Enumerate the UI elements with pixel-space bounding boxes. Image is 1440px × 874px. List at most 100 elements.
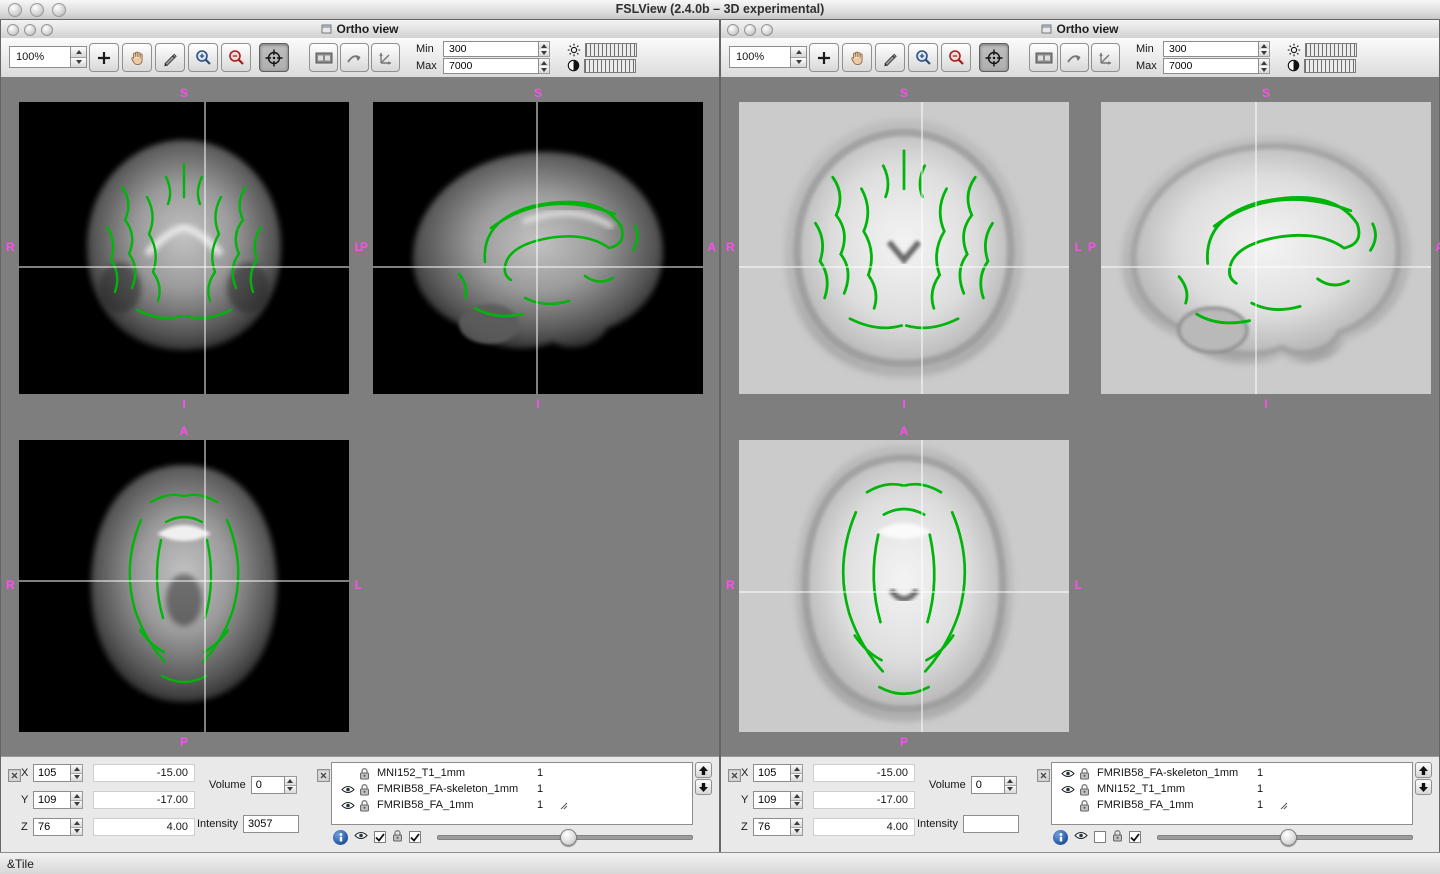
sync-views-button[interactable] (1060, 43, 1089, 72)
contrast-slider[interactable] (584, 59, 636, 73)
resize-grip-icon[interactable] (559, 801, 568, 810)
close-panel-button[interactable] (728, 769, 741, 782)
max-input[interactable] (1163, 58, 1259, 74)
max-stepper[interactable] (1259, 58, 1270, 74)
move-layer-up-button[interactable] (1415, 762, 1432, 778)
z-input[interactable] (33, 818, 71, 836)
info-button[interactable] (333, 830, 348, 845)
volume-input[interactable] (971, 776, 1005, 794)
eye-icon[interactable] (339, 801, 357, 810)
zoom-stepper[interactable] (70, 46, 87, 68)
eye-icon[interactable] (354, 831, 368, 843)
layer-row[interactable]: FMRIB58_FA_1mm 1 (332, 797, 692, 813)
zoom-value[interactable]: 100% (9, 46, 70, 68)
visibility-checkbox[interactable] (1094, 831, 1106, 843)
coronal-view[interactable]: S I R L (739, 102, 1069, 394)
close-panel-button[interactable] (317, 769, 330, 782)
cursor-tool-button[interactable] (89, 43, 119, 72)
move-layer-up-button[interactable] (695, 762, 712, 778)
pan-tool-button[interactable] (122, 43, 152, 72)
volume-stepper[interactable] (285, 776, 297, 794)
padlock-icon[interactable] (1112, 829, 1123, 845)
min-input[interactable] (443, 41, 539, 57)
x-input[interactable] (753, 764, 791, 782)
slider-handle[interactable] (1280, 829, 1297, 846)
eye-icon[interactable] (1059, 785, 1077, 794)
info-button[interactable] (1053, 830, 1068, 845)
layer-row[interactable]: FMRIB58_FA-skeleton_1mm 1 (332, 781, 692, 797)
y-stepper[interactable] (71, 791, 83, 809)
pan-tool-button[interactable] (842, 43, 872, 72)
sagittal-view[interactable]: S I P A (1101, 102, 1431, 394)
ortho-titlebar[interactable]: Ortho view (721, 20, 1439, 39)
axial-view[interactable]: A P R L (739, 440, 1069, 732)
max-input[interactable] (443, 58, 539, 74)
x-stepper[interactable] (71, 764, 83, 782)
padlock-icon[interactable] (357, 767, 372, 780)
eye-icon[interactable] (1074, 831, 1088, 843)
movie-mode-button[interactable] (309, 43, 338, 72)
volume-input[interactable] (251, 776, 285, 794)
padlock-icon[interactable] (1077, 799, 1092, 812)
min-stepper[interactable] (1259, 41, 1270, 57)
coronal-view[interactable]: S I R L (19, 102, 349, 394)
movie-mode-button[interactable] (1029, 43, 1058, 72)
snapshot-button[interactable] (1091, 43, 1120, 72)
layer-list[interactable]: MNI152_T1_1mm 1 FMRIB58_FA-skeleton_1mm … (331, 762, 693, 825)
transparency-slider[interactable] (437, 829, 693, 845)
max-stepper[interactable] (539, 58, 550, 74)
snapshot-button[interactable] (371, 43, 400, 72)
volume-stepper[interactable] (1005, 776, 1017, 794)
x-input[interactable] (33, 764, 71, 782)
pencil-tool-button[interactable] (155, 43, 185, 72)
z-stepper[interactable] (71, 818, 83, 836)
z-stepper[interactable] (791, 818, 803, 836)
visibility-checkbox[interactable] (374, 831, 386, 843)
padlock-icon[interactable] (357, 799, 372, 812)
close-panel-button[interactable] (8, 769, 21, 782)
ortho-titlebar[interactable]: Ortho view (1, 20, 719, 39)
brightness-slider[interactable] (585, 43, 637, 57)
lock-checkbox[interactable] (1129, 831, 1141, 843)
eye-icon[interactable] (1059, 769, 1077, 778)
lock-checkbox[interactable] (409, 831, 421, 843)
padlock-icon[interactable] (1077, 783, 1092, 796)
sync-views-button[interactable] (340, 43, 369, 72)
layer-row[interactable]: FMRIB58_FA_1mm 1 (1052, 797, 1412, 813)
slider-handle[interactable] (560, 829, 577, 846)
brightness-slider[interactable] (1305, 43, 1357, 57)
y-input[interactable] (33, 791, 71, 809)
pencil-tool-button[interactable] (875, 43, 905, 72)
layer-row[interactable]: MNI152_T1_1mm 1 (332, 765, 692, 781)
zoom-out-button[interactable] (221, 43, 251, 72)
z-input[interactable] (753, 818, 791, 836)
center-crosshair-button[interactable] (259, 43, 289, 72)
zoom-out-button[interactable] (941, 43, 971, 72)
sagittal-view[interactable]: S I P A (373, 102, 703, 394)
y-stepper[interactable] (791, 791, 803, 809)
x-stepper[interactable] (791, 764, 803, 782)
padlock-icon[interactable] (357, 783, 372, 796)
min-input[interactable] (1163, 41, 1259, 57)
transparency-slider[interactable] (1157, 829, 1413, 845)
layer-row[interactable]: FMRIB58_FA-skeleton_1mm 1 (1052, 765, 1412, 781)
zoom-in-button[interactable] (908, 43, 938, 72)
eye-icon[interactable] (339, 785, 357, 794)
move-layer-down-button[interactable] (695, 779, 712, 795)
resize-grip-icon[interactable] (1279, 801, 1288, 810)
layer-row[interactable]: MNI152_T1_1mm 1 (1052, 781, 1412, 797)
axial-view[interactable]: A P R L (19, 440, 349, 732)
min-stepper[interactable] (539, 41, 550, 57)
contrast-slider[interactable] (1304, 59, 1356, 73)
close-panel-button[interactable] (1037, 769, 1050, 782)
zoom-stepper[interactable] (790, 46, 807, 68)
y-input[interactable] (753, 791, 791, 809)
padlock-icon[interactable] (1077, 767, 1092, 780)
zoom-combobox[interactable]: 100% (729, 46, 807, 68)
zoom-in-button[interactable] (188, 43, 218, 72)
layer-list[interactable]: FMRIB58_FA-skeleton_1mm 1 MNI152_T1_1mm … (1051, 762, 1413, 825)
padlock-icon[interactable] (392, 829, 403, 845)
zoom-value[interactable]: 100% (729, 46, 790, 68)
zoom-combobox[interactable]: 100% (9, 46, 87, 68)
center-crosshair-button[interactable] (979, 43, 1009, 72)
